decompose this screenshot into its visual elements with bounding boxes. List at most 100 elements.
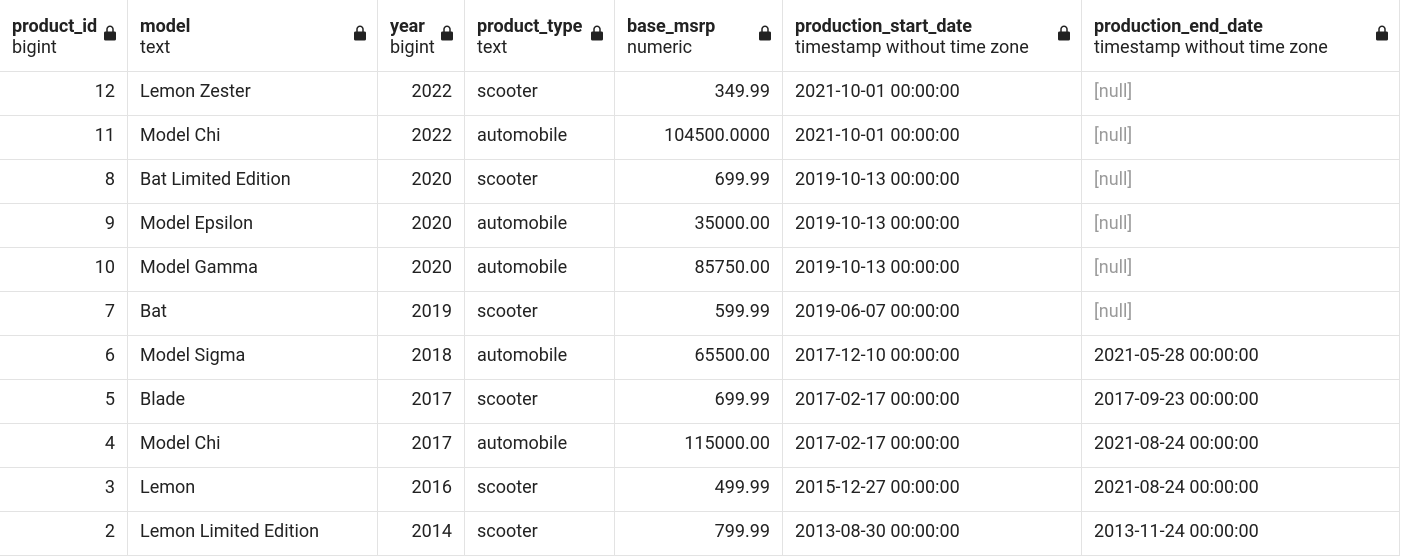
lock-icon	[351, 24, 369, 42]
table-cell[interactable]: Bat	[128, 292, 378, 336]
table-cell[interactable]: Model Chi	[128, 116, 378, 160]
lock-icon	[101, 24, 119, 42]
table-cell[interactable]: 2021-08-24 00:00:00	[1082, 468, 1400, 512]
table-cell[interactable]: 2013-11-24 00:00:00	[1082, 512, 1400, 556]
table-cell[interactable]: 65500.00	[615, 336, 783, 380]
table-cell[interactable]: 2021-05-28 00:00:00	[1082, 336, 1400, 380]
table-cell[interactable]: 5	[0, 380, 128, 424]
lock-icon	[756, 24, 774, 42]
table-cell[interactable]: 2015-12-27 00:00:00	[783, 468, 1082, 512]
table-cell[interactable]: 35000.00	[615, 204, 783, 248]
column-header-base_msrp[interactable]: base_msrpnumeric	[615, 0, 783, 72]
table-cell[interactable]: automobile	[465, 336, 615, 380]
table-cell[interactable]: 2016	[378, 468, 465, 512]
table-cell[interactable]: 2014	[378, 512, 465, 556]
table-cell[interactable]: 10	[0, 248, 128, 292]
table-cell[interactable]: 115000.00	[615, 424, 783, 468]
table-cell[interactable]: [null]	[1082, 116, 1400, 160]
column-header-production_start_date[interactable]: production_start_datetimestamp without t…	[783, 0, 1082, 72]
lock-icon	[588, 24, 606, 42]
table-cell[interactable]: 2021-10-01 00:00:00	[783, 72, 1082, 116]
column-type: text	[477, 37, 602, 58]
table-cell[interactable]: 2020	[378, 248, 465, 292]
table-cell[interactable]: 2022	[378, 72, 465, 116]
table-cell[interactable]: 2017-09-23 00:00:00	[1082, 380, 1400, 424]
table-cell[interactable]: [null]	[1082, 72, 1400, 116]
table-cell[interactable]: 599.99	[615, 292, 783, 336]
column-name: product_type	[477, 16, 602, 37]
table-cell[interactable]: 2017-02-17 00:00:00	[783, 424, 1082, 468]
table-cell[interactable]: 2021-08-24 00:00:00	[1082, 424, 1400, 468]
table-cell[interactable]: Lemon	[128, 468, 378, 512]
table-cell[interactable]: automobile	[465, 204, 615, 248]
table-cell[interactable]: Model Sigma	[128, 336, 378, 380]
table-cell[interactable]: 2017-02-17 00:00:00	[783, 380, 1082, 424]
table-cell[interactable]: automobile	[465, 248, 615, 292]
table-cell[interactable]: 12	[0, 72, 128, 116]
table-cell[interactable]: 3	[0, 468, 128, 512]
column-header-year[interactable]: yearbigint	[378, 0, 465, 72]
column-name: product_id	[12, 16, 115, 37]
table-cell[interactable]: 699.99	[615, 380, 783, 424]
table-cell[interactable]: 6	[0, 336, 128, 380]
table-cell[interactable]: [null]	[1082, 292, 1400, 336]
table-cell[interactable]: automobile	[465, 424, 615, 468]
table-cell[interactable]: Lemon Limited Edition	[128, 512, 378, 556]
lock-icon	[1055, 24, 1073, 42]
column-name: production_end_date	[1094, 16, 1387, 37]
table-cell[interactable]: 799.99	[615, 512, 783, 556]
column-type: timestamp without time zone	[1094, 37, 1387, 58]
table-cell[interactable]: 4	[0, 424, 128, 468]
table-cell[interactable]: [null]	[1082, 204, 1400, 248]
table-cell[interactable]: Lemon Zester	[128, 72, 378, 116]
table-cell[interactable]: 11	[0, 116, 128, 160]
column-header-product_id[interactable]: product_idbigint	[0, 0, 128, 72]
table-cell[interactable]: scooter	[465, 468, 615, 512]
table-cell[interactable]: 2022	[378, 116, 465, 160]
table-cell[interactable]: 2019-10-13 00:00:00	[783, 248, 1082, 292]
table-cell[interactable]: 2019-06-07 00:00:00	[783, 292, 1082, 336]
table-cell[interactable]: scooter	[465, 160, 615, 204]
table-cell[interactable]: 349.99	[615, 72, 783, 116]
table-cell[interactable]: 2019-10-13 00:00:00	[783, 204, 1082, 248]
table-cell[interactable]: 2020	[378, 160, 465, 204]
column-type: bigint	[12, 37, 115, 58]
table-cell[interactable]: Bat Limited Edition	[128, 160, 378, 204]
table-cell[interactable]: 8	[0, 160, 128, 204]
table-cell[interactable]: scooter	[465, 292, 615, 336]
table-cell[interactable]: [null]	[1082, 248, 1400, 292]
column-name: base_msrp	[627, 16, 770, 37]
table-cell[interactable]: scooter	[465, 512, 615, 556]
column-name: model	[140, 16, 365, 37]
table-cell[interactable]: scooter	[465, 72, 615, 116]
table-cell[interactable]: 7	[0, 292, 128, 336]
table-cell[interactable]: 2021-10-01 00:00:00	[783, 116, 1082, 160]
table-cell[interactable]: 2017	[378, 380, 465, 424]
table-cell[interactable]: 2019	[378, 292, 465, 336]
column-type: timestamp without time zone	[795, 37, 1069, 58]
table-cell[interactable]: 2019-10-13 00:00:00	[783, 160, 1082, 204]
table-cell[interactable]: 2017	[378, 424, 465, 468]
table-cell[interactable]: 2018	[378, 336, 465, 380]
column-header-product_type[interactable]: product_typetext	[465, 0, 615, 72]
table-cell[interactable]: automobile	[465, 116, 615, 160]
table-cell[interactable]: 2017-12-10 00:00:00	[783, 336, 1082, 380]
table-cell[interactable]: 2013-08-30 00:00:00	[783, 512, 1082, 556]
table-cell[interactable]: 104500.0000	[615, 116, 783, 160]
table-cell[interactable]: 699.99	[615, 160, 783, 204]
table-cell[interactable]: [null]	[1082, 160, 1400, 204]
table-cell[interactable]: Model Epsilon	[128, 204, 378, 248]
table-cell[interactable]: Model Chi	[128, 424, 378, 468]
table-cell[interactable]: scooter	[465, 380, 615, 424]
table-cell[interactable]: 9	[0, 204, 128, 248]
column-type: numeric	[627, 37, 770, 58]
column-header-model[interactable]: modeltext	[128, 0, 378, 72]
table-cell[interactable]: Model Gamma	[128, 248, 378, 292]
table-cell[interactable]: 85750.00	[615, 248, 783, 292]
table-cell[interactable]: 2020	[378, 204, 465, 248]
column-header-production_end_date[interactable]: production_end_datetimestamp without tim…	[1082, 0, 1400, 72]
column-type: text	[140, 37, 365, 58]
table-cell[interactable]: 2	[0, 512, 128, 556]
table-cell[interactable]: Blade	[128, 380, 378, 424]
table-cell[interactable]: 499.99	[615, 468, 783, 512]
